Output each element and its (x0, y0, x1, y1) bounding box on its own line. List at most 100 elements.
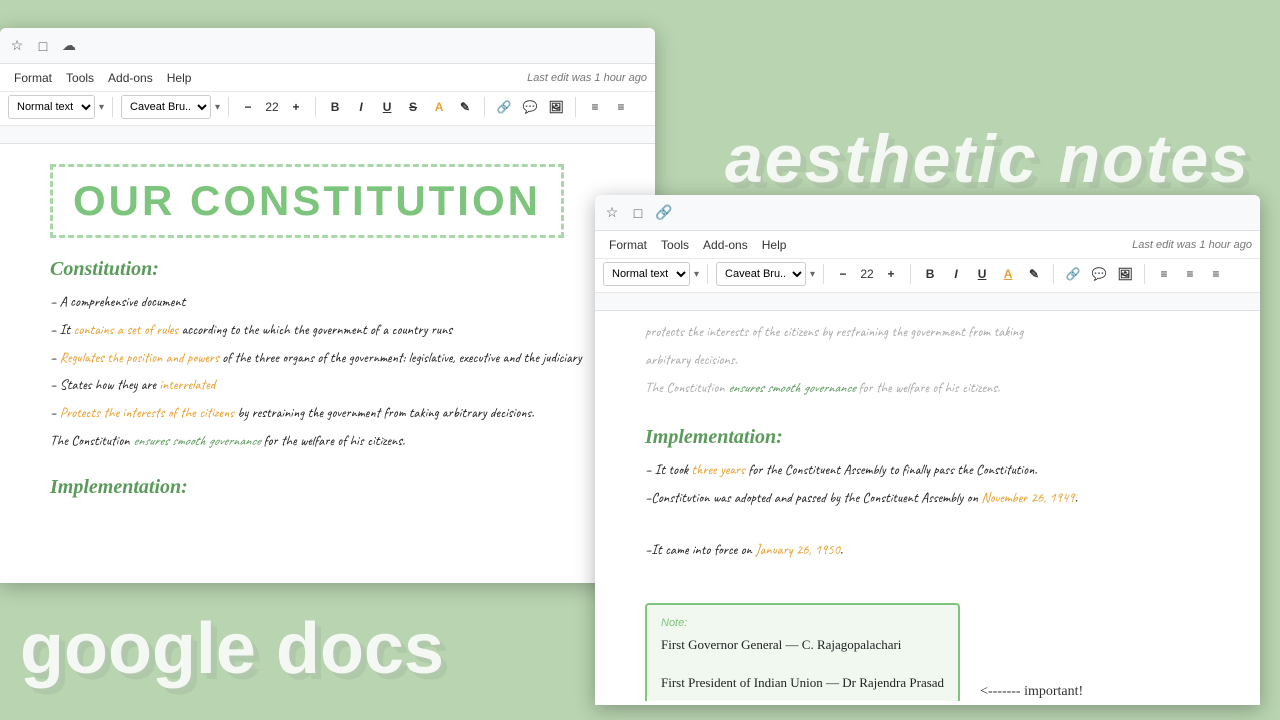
increase-font-right[interactable]: + (880, 263, 902, 285)
toolbar-left: ☆ □ ☁ (0, 28, 655, 64)
image-btn-left[interactable]: 🖼 (545, 96, 567, 118)
aesthetic-notes-label: aesthetic notes (725, 120, 1250, 198)
font-size-controls-left: − 22 + (237, 96, 307, 118)
body-line-5: – Protects the interests of the citizens… (50, 402, 605, 426)
continuation-ensures: ensures smooth governance (728, 380, 855, 397)
align-center-btn-right[interactable]: ≡ (1179, 263, 1201, 285)
cloud-icon[interactable]: ☁ (60, 37, 78, 55)
body-line-2: – It contains a set of rules according t… (50, 319, 605, 343)
doc-window-left: ☆ □ ☁ Format Tools Add-ons Help Last edi… (0, 28, 655, 583)
image-btn-right[interactable]: 🖼 (1114, 263, 1136, 285)
continuation-line1: protects the interests of the citizens b… (645, 321, 1210, 345)
constitution-title: OUR CONSTITUTION (50, 164, 564, 238)
menu-bar-right: Format Tools Add-ons Help Last edit was … (595, 231, 1260, 259)
highlight-regulates: Regulates the position and powers (60, 350, 219, 367)
highlight-interrelated: interrelated (159, 377, 215, 394)
style-selector-right[interactable]: Normal text (603, 262, 690, 286)
doc-body-top-right: protects the interests of the citizens b… (645, 321, 1210, 400)
body-line-3: – Regulates the position and powers of t… (50, 347, 605, 371)
pencil-btn-left[interactable]: ✎ (454, 96, 476, 118)
align-left-btn-right[interactable]: ≡ (1153, 263, 1175, 285)
doc-content-right[interactable]: protects the interests of the citizens b… (595, 311, 1260, 701)
important-text: <------- important! (980, 684, 1083, 699)
align-left-btn[interactable]: ≡ (584, 96, 606, 118)
last-edit-left: Last edit was 1 hour ago (527, 72, 647, 84)
impl-line-2: –Constitution was adopted and passed by … (645, 487, 1210, 511)
note-label: Note: (661, 617, 944, 629)
bold-btn-left[interactable]: B (324, 96, 346, 118)
highlight-three-years: three years (691, 462, 744, 479)
menu-tools-right[interactable]: Tools (655, 236, 695, 254)
menu-tools[interactable]: Tools (60, 69, 100, 87)
impl-line-3: –It came into force on January 26, 1950. (645, 539, 1210, 563)
italic-btn-right[interactable]: I (945, 263, 967, 285)
link-btn-right[interactable]: 🔗 (1062, 263, 1084, 285)
highlight-jan-date: January 26, 1950 (755, 542, 840, 559)
star-icon[interactable]: ☆ (8, 37, 26, 55)
implementation-heading-left: Implementation: (50, 476, 605, 499)
implementation-heading-right: Implementation: (645, 426, 1210, 449)
font-size-value-left: 22 (261, 100, 283, 114)
body-line-4: – States how they are interrelated (50, 374, 605, 398)
menu-help[interactable]: Help (161, 69, 198, 87)
important-marker: <------- important! (972, 682, 1083, 701)
menu-format[interactable]: Format (8, 69, 58, 87)
constitution-heading: Constitution: (50, 258, 605, 281)
decrease-font-right[interactable]: − (832, 263, 854, 285)
italic-btn-left[interactable]: I (350, 96, 372, 118)
decrease-font-left[interactable]: − (237, 96, 259, 118)
link-btn-left[interactable]: 🔗 (493, 96, 515, 118)
folder-icon-right[interactable]: □ (629, 204, 647, 222)
star-icon-right[interactable]: ☆ (603, 204, 621, 222)
highlight-ensures: ensures smooth governance (133, 433, 260, 450)
highlight-btn-left[interactable]: A (428, 96, 450, 118)
font-selector-left[interactable]: Caveat Bru... (121, 95, 211, 119)
menu-addons[interactable]: Add-ons (102, 69, 159, 87)
ruler-left (0, 126, 655, 144)
increase-font-left[interactable]: + (285, 96, 307, 118)
align-center-btn[interactable]: ≡ (610, 96, 632, 118)
font-selector-right[interactable]: Caveat Bru... (716, 262, 806, 286)
toolbar-icons-left: ☆ □ ☁ (8, 37, 78, 55)
note-section: Note: First Governor General — C. Rajago… (645, 593, 1210, 701)
toolbar-icons-right: ☆ □ 🔗 (603, 204, 673, 222)
pencil-btn-right[interactable]: ✎ (1023, 263, 1045, 285)
last-edit-right: Last edit was 1 hour ago (1132, 239, 1252, 251)
highlight-nov-date: November 26, 1949 (981, 490, 1074, 507)
underline-btn-left[interactable]: U (376, 96, 398, 118)
continuation-line2: arbitrary decisions. (645, 349, 1210, 373)
continuation-line3: The Constitution ensures smooth governan… (645, 377, 1210, 401)
folder-icon[interactable]: □ (34, 37, 52, 55)
underline-btn-right[interactable]: U (971, 263, 993, 285)
menu-bar-left: Format Tools Add-ons Help Last edit was … (0, 64, 655, 92)
font-size-value-right: 22 (856, 267, 878, 281)
comment-btn-right[interactable]: 💬 (1088, 263, 1110, 285)
toolbar-right: ☆ □ 🔗 (595, 195, 1260, 231)
body-line-1: – A comprehensive document (50, 291, 605, 315)
body-line-6: The Constitution ensures smooth governan… (50, 430, 605, 454)
menu-format-right[interactable]: Format (603, 236, 653, 254)
bold-btn-right[interactable]: B (919, 263, 941, 285)
note-content-1: First Governor General — C. Rajagopalach… (661, 635, 944, 656)
link-icon-right[interactable]: 🔗 (655, 204, 673, 222)
note-content-2: First President of Indian Union — Dr Raj… (661, 673, 944, 694)
menu-help-right[interactable]: Help (756, 236, 793, 254)
style-selector-left[interactable]: Normal text (8, 95, 95, 119)
format-bar-right: Normal text ▾ Caveat Bru... ▾ − 22 + B I… (595, 259, 1260, 293)
constitution-body: – A comprehensive document – It contains… (50, 291, 605, 454)
google-docs-label: google docs (20, 608, 444, 690)
strikethrough-btn-left[interactable]: S (402, 96, 424, 118)
implementation-body: – It took three years for the Constituen… (645, 459, 1210, 562)
menu-addons-right[interactable]: Add-ons (697, 236, 754, 254)
highlight-protects: Protects the interests of the citizens (60, 405, 234, 422)
doc-content-left[interactable]: OUR CONSTITUTION Constitution: – A compr… (0, 144, 655, 579)
impl-line-1: – It took three years for the Constituen… (645, 459, 1210, 483)
highlight-contains: contains a set of rules (73, 322, 178, 339)
doc-window-right: ☆ □ 🔗 Format Tools Add-ons Help Last edi… (595, 195, 1260, 705)
ruler-right (595, 293, 1260, 311)
align-right-btn-right[interactable]: ≡ (1205, 263, 1227, 285)
font-size-controls-right: − 22 + (832, 263, 902, 285)
comment-btn-left[interactable]: 💬 (519, 96, 541, 118)
note-box: Note: First Governor General — C. Rajago… (645, 603, 960, 701)
highlight-color-right[interactable]: A (997, 263, 1019, 285)
